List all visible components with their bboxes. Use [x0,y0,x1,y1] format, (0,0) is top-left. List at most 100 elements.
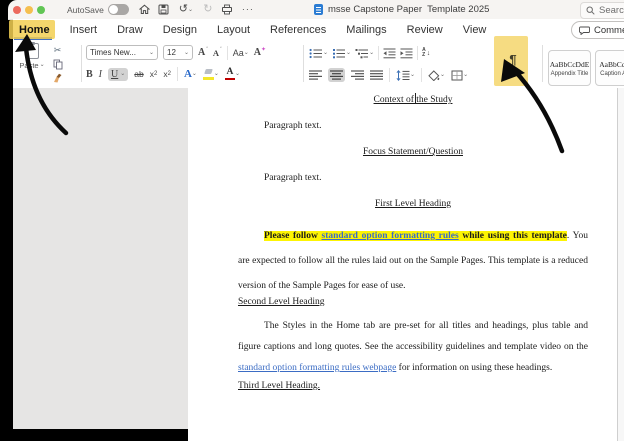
chevron-down-icon: ⌄ [191,71,197,77]
sort-button[interactable]: AZ ↓ [422,48,430,58]
close-button[interactable] [13,5,21,14]
tab-mailings[interactable]: Mailings [336,24,396,36]
cut-button[interactable]: ✂ [52,44,63,56]
highlighted-text: Please follow [264,231,322,241]
text-effects-button[interactable]: A ⌄ [184,68,197,80]
more-options-button[interactable]: ··· [240,4,256,16]
numbering-button[interactable]: ⌄ [332,48,351,59]
paste-label: Paste [19,61,39,70]
shrink-font-button[interactable]: Aˇ [213,47,222,58]
align-left-icon [309,70,322,80]
bullets-button[interactable]: ⌄ [309,48,328,59]
pilcrow-icon: ¶ [509,51,517,67]
print-icon[interactable] [221,4,233,16]
ellipsis-icon: ··· [241,4,254,14]
clear-formatting-button[interactable]: A ✦ [254,46,267,59]
fullscreen-button[interactable] [37,5,45,14]
highlight-color-button[interactable]: ⌄ [202,69,219,80]
window-right-border [617,88,618,441]
ribbon: Paste ⌄ ✂ Times New... ⌄ 12 ⌄ A ˆ A ˇ Aa… [13,40,624,89]
tab-review[interactable]: Review [397,24,453,36]
tab-home[interactable]: Home [13,24,60,36]
style-card-appendix-title[interactable]: AaBbCcDdE Appendix Title [548,50,591,86]
chevron-down-icon: ⌄ [148,49,154,56]
align-left-button[interactable] [309,70,322,80]
multilevel-list-icon [355,48,369,58]
chevron-down-icon: ⌄ [183,49,189,56]
align-right-button[interactable] [351,70,364,80]
borders-button[interactable]: ⌄ [451,70,468,81]
paint-bucket-icon [428,69,440,81]
doc-heading-focus: Focus Statement/Question [362,147,463,157]
undo-icon: ↺ [178,3,188,15]
chevron-down-icon: ⌄ [463,72,469,78]
autosave-toggle[interactable] [107,4,129,15]
hyperlink-formatting-rules[interactable]: standard option formatting rules [321,231,459,241]
font-name-select[interactable]: Times New... ⌄ [86,45,158,60]
arrow-down-icon: ↓ [426,49,431,57]
home-icon[interactable] [139,4,151,16]
italic-button[interactable]: I [99,69,102,80]
underline-button[interactable]: U ⌄ [108,67,129,81]
chevron-down-icon: ⌄ [187,6,193,13]
redo-button[interactable]: ↻ [202,4,214,16]
chevron-down-icon: ⌄ [410,72,416,78]
increase-indent-button[interactable] [400,48,413,59]
copy-icon [53,59,62,69]
comments-button[interactable]: Comme [571,21,624,39]
highlighter-icon [203,69,214,77]
sparkle-icon: ✦ [261,46,267,53]
autosave-label: AutoSave [67,4,104,15]
bold-button[interactable]: B [86,69,93,80]
strikethrough-button[interactable]: ab [134,69,143,79]
comments-label: Comme [594,24,624,36]
paste-button[interactable]: Paste ⌄ [17,42,47,70]
decrease-indent-button[interactable] [383,48,396,59]
justify-button[interactable] [370,70,383,80]
highlighted-text: while using this template [458,231,567,241]
chevron-down-icon: ⌄ [369,50,375,56]
bullet-list-icon [309,48,322,58]
style-card-caption[interactable]: AaBbCcDc Caption Abo [595,50,624,86]
font-name-value: Times New... [90,48,136,57]
multilevel-list-button[interactable]: ⌄ [355,48,374,59]
grow-font-button[interactable]: Aˆ [198,47,208,59]
subscript-button[interactable]: x2 [150,69,158,79]
paste-clipboard-icon [25,42,39,59]
search-input[interactable]: Search [580,2,624,19]
document-page[interactable]: Context of the Study Paragraph text. Foc… [188,88,624,441]
font-color-button[interactable]: A ⌄ [224,67,240,81]
justify-icon [370,70,383,80]
text-cursor [415,93,416,104]
tab-draw[interactable]: Draw [107,24,153,36]
tab-view[interactable]: View [453,24,497,36]
chevron-down-icon: ⌄ [213,71,219,77]
line-spacing-button[interactable]: ⌄ [396,69,416,81]
align-center-button[interactable] [328,68,345,82]
chevron-down-icon: ⌄ [440,72,446,78]
traffic-lights [13,5,45,14]
change-case-button[interactable]: Aa ⌄ [233,48,249,58]
undo-button[interactable]: ↺ ⌄ [177,4,195,16]
font-size-select[interactable]: 12 ⌄ [163,45,193,60]
window-titlebar: AutoSave ↺ ⌄ ↻ ··· msse Capstone Paper T… [8,0,624,20]
font-color-swatch [224,77,235,81]
tab-design[interactable]: Design [153,24,207,36]
save-icon[interactable] [158,4,170,16]
tab-layout[interactable]: Layout [207,24,260,36]
minimize-button[interactable] [25,5,33,14]
format-painter-button[interactable] [52,72,63,84]
tab-insert[interactable]: Insert [60,24,108,36]
superscript-button[interactable]: x2 [163,69,171,79]
format-painter-icon [54,73,62,83]
outdent-icon [383,48,396,58]
doc-paragraph-styles: The Styles in the Home tab are pre-set f… [238,321,588,373]
align-center-icon [330,70,343,80]
copy-button[interactable] [52,58,63,70]
show-paragraph-marks-button[interactable]: ¶ [501,48,525,70]
shading-button[interactable]: ⌄ [428,69,446,81]
comment-bubble-icon [579,26,590,35]
tab-references[interactable]: References [260,24,336,36]
hyperlink-rules-webpage[interactable]: standard option formatting rules webpage [238,363,396,373]
doc-heading-first-level: First Level Heading [375,199,451,209]
